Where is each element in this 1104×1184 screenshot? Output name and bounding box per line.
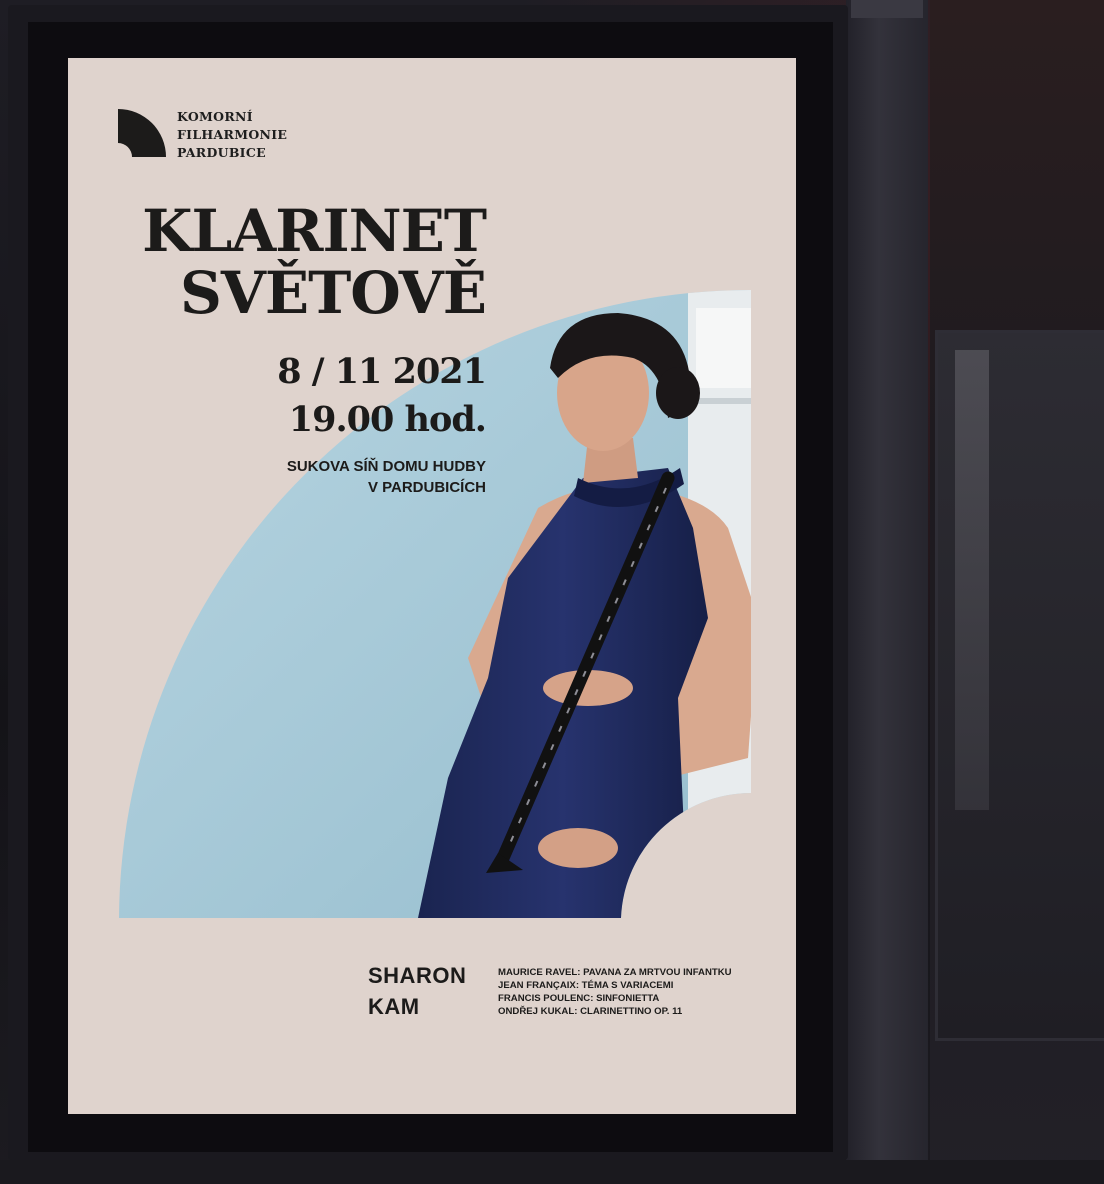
- venue-line-1: SUKOVA SÍŇ DOMU HUDBY: [286, 458, 486, 475]
- soloist-first-name: SHARON: [368, 963, 467, 988]
- shelter-reflection: [955, 350, 989, 810]
- program-list: MAURICE RAVEL: PAVANA ZA MRTVOU INFANTKU…: [498, 966, 732, 1018]
- concert-date: 8 / 11 2021: [277, 351, 487, 392]
- soloist-name: SHARON KAM: [368, 960, 466, 1022]
- concert-venue: SUKOVA SÍŇ DOMU HUDBY V PARDUBICÍCH: [287, 456, 486, 498]
- organizer-line-1: KOMORNÍ: [177, 109, 253, 124]
- pole-cap: [851, 0, 923, 18]
- organizer-line-2: FILHARMONIE: [177, 127, 288, 142]
- title-line-1: KLARINET: [142, 197, 487, 265]
- organizer-line-3: PARDUBICE: [177, 145, 266, 160]
- soloist-last-name: KAM: [368, 994, 420, 1019]
- shelter-pole: [846, 0, 928, 1184]
- program-item: FRANCIS POULENC: SINFONIETTA: [498, 993, 660, 1004]
- quarter-circle-logo-icon: [118, 109, 166, 157]
- venue-line-2: V PARDUBICÍCH: [367, 479, 486, 496]
- concert-date-time: 8 / 11 2021 19.00 hod.: [277, 348, 487, 444]
- program-item: MAURICE RAVEL: PAVANA ZA MRTVOU INFANTKU: [498, 967, 732, 978]
- organizer-name: KOMORNÍ FILHARMONIE PARDUBICE: [177, 108, 287, 162]
- title-line-2: SVĚTOVĚ: [180, 259, 487, 327]
- concert-time: 19.00 hod.: [288, 399, 487, 440]
- concert-poster: KOMORNÍ FILHARMONIE PARDUBICE KLARINET S…: [68, 58, 796, 1114]
- program-item: JEAN FRANÇAIX: TÉMA S VARIACEMI: [498, 980, 674, 991]
- ground: [0, 1160, 1104, 1184]
- concert-title: KLARINET SVĚTOVĚ: [142, 197, 487, 327]
- program-item: ONDŘEJ KUKAL: CLARINETTINO OP. 11: [498, 1006, 683, 1017]
